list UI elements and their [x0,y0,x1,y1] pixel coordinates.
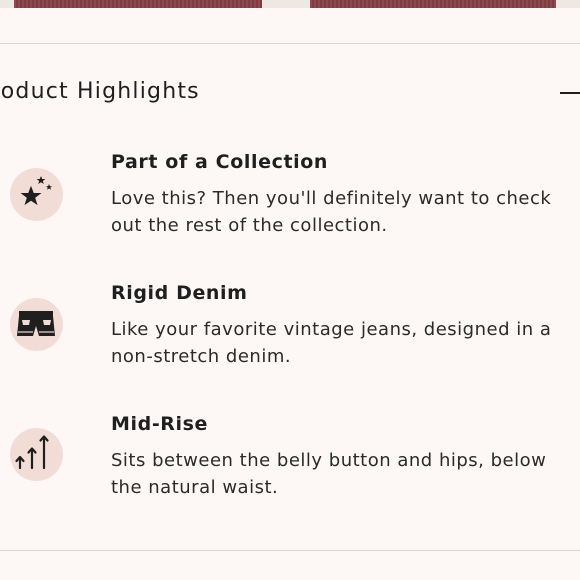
product-image-right[interactable] [310,0,556,8]
section-divider-bottom [0,550,580,551]
denim-shorts-icon [10,298,63,351]
highlight-description: Sits between the belly button and hips, … [111,450,547,498]
highlight-description: Like your favorite vintage jeans, design… [111,319,552,367]
minus-icon[interactable] [560,92,580,94]
highlight-title: Rigid Denim [111,282,248,304]
highlight-description: Love this? Then you'll definitely want t… [111,188,552,236]
stars-icon [10,168,63,221]
rise-arrows-icon [10,428,63,481]
product-image-left[interactable] [14,0,262,8]
section-title: roduct Highlights [0,79,200,104]
product-image-strip [0,0,580,8]
highlight-title: Part of a Collection [111,151,329,173]
highlight-title: Mid-Rise [111,413,209,435]
